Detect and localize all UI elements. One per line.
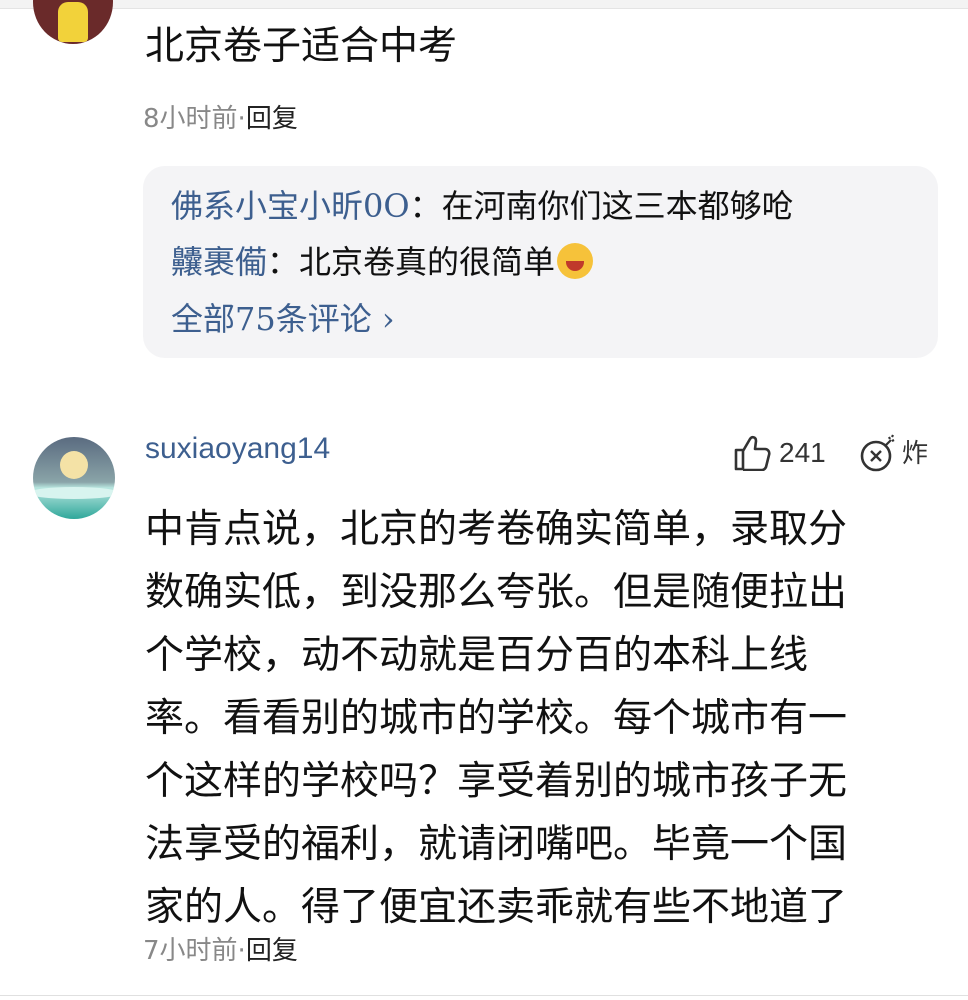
laughing-crying-emoji-icon (557, 243, 594, 279)
comment-line: 数确实低，到没那么夸张。但是随便拉出 (145, 570, 848, 615)
comment-line: 中肯点说，北京的考卷确实简单，录取分 (145, 507, 848, 552)
comment-line: 个学校，动不动就是百分百的本科上线 (145, 633, 809, 678)
bomb-label: 炸 (902, 439, 929, 469)
comment-line: 个这样的学校吗？享受着别的城市孩子无 (145, 759, 848, 804)
reply-item[interactable]: 佛系小宝小昕0O：在河南你们这三本都够呛 (171, 184, 794, 228)
comment-text: 北京卷子适合中考 (145, 24, 458, 69)
reply-author[interactable]: 佛系小宝小昕0O (171, 187, 410, 225)
meta-separator: · (237, 936, 246, 966)
comment-meta: 7小时前·回复 (143, 930, 298, 967)
reply-colon: ： (409, 187, 442, 225)
comment-line: 率。看看别的城市的学校。每个城市有一 (145, 696, 848, 741)
bomb-button[interactable]: 炸 (858, 433, 928, 473)
comment-time: 8小时前 (143, 104, 238, 134)
comment-line: 法享受的福利，就请闭嘴吧。毕竟一个国 (145, 822, 848, 867)
top-divider (0, 0, 968, 9)
reply-text: 在河南你们这三本都够呛 (441, 187, 794, 225)
reply-colon: ： (267, 243, 300, 281)
comment-meta: 8小时前·回复 (143, 98, 298, 135)
avatar-figure (58, 2, 88, 42)
thumbs-up-icon (734, 435, 771, 471)
comment-time: 7小时前 (143, 936, 238, 966)
avatar[interactable] (33, 437, 115, 519)
reply-item[interactable]: 齉裹僃：北京卷真的很简单 (171, 240, 594, 284)
comment-text: 中肯点说，北京的考卷确实简单，录取分 数确实低，到没那么夸张。但是随便拉出 个学… (145, 498, 945, 939)
meta-separator: · (237, 104, 246, 134)
reply-text: 北京卷真的很简单 (299, 243, 556, 281)
like-button[interactable]: 241 (733, 435, 826, 471)
username[interactable]: suxiaoyang14 (145, 432, 330, 466)
reply-author[interactable]: 齉裹僃 (171, 243, 267, 281)
reply-preview-box[interactable]: 佛系小宝小昕0O：在河南你们这三本都够呛 齉裹僃：北京卷真的很简单 全部75条评… (143, 166, 938, 358)
reply-button[interactable]: 回复 (246, 936, 298, 966)
avatar-sun (60, 451, 88, 479)
reply-button[interactable]: 回复 (246, 104, 298, 134)
avatar-wave (33, 487, 115, 499)
bomb-icon (860, 434, 895, 472)
like-count: 241 (779, 437, 826, 468)
view-all-comments-link[interactable]: 全部75条评论 › (171, 294, 395, 340)
avatar[interactable] (33, 0, 113, 44)
bottom-divider (0, 995, 968, 996)
